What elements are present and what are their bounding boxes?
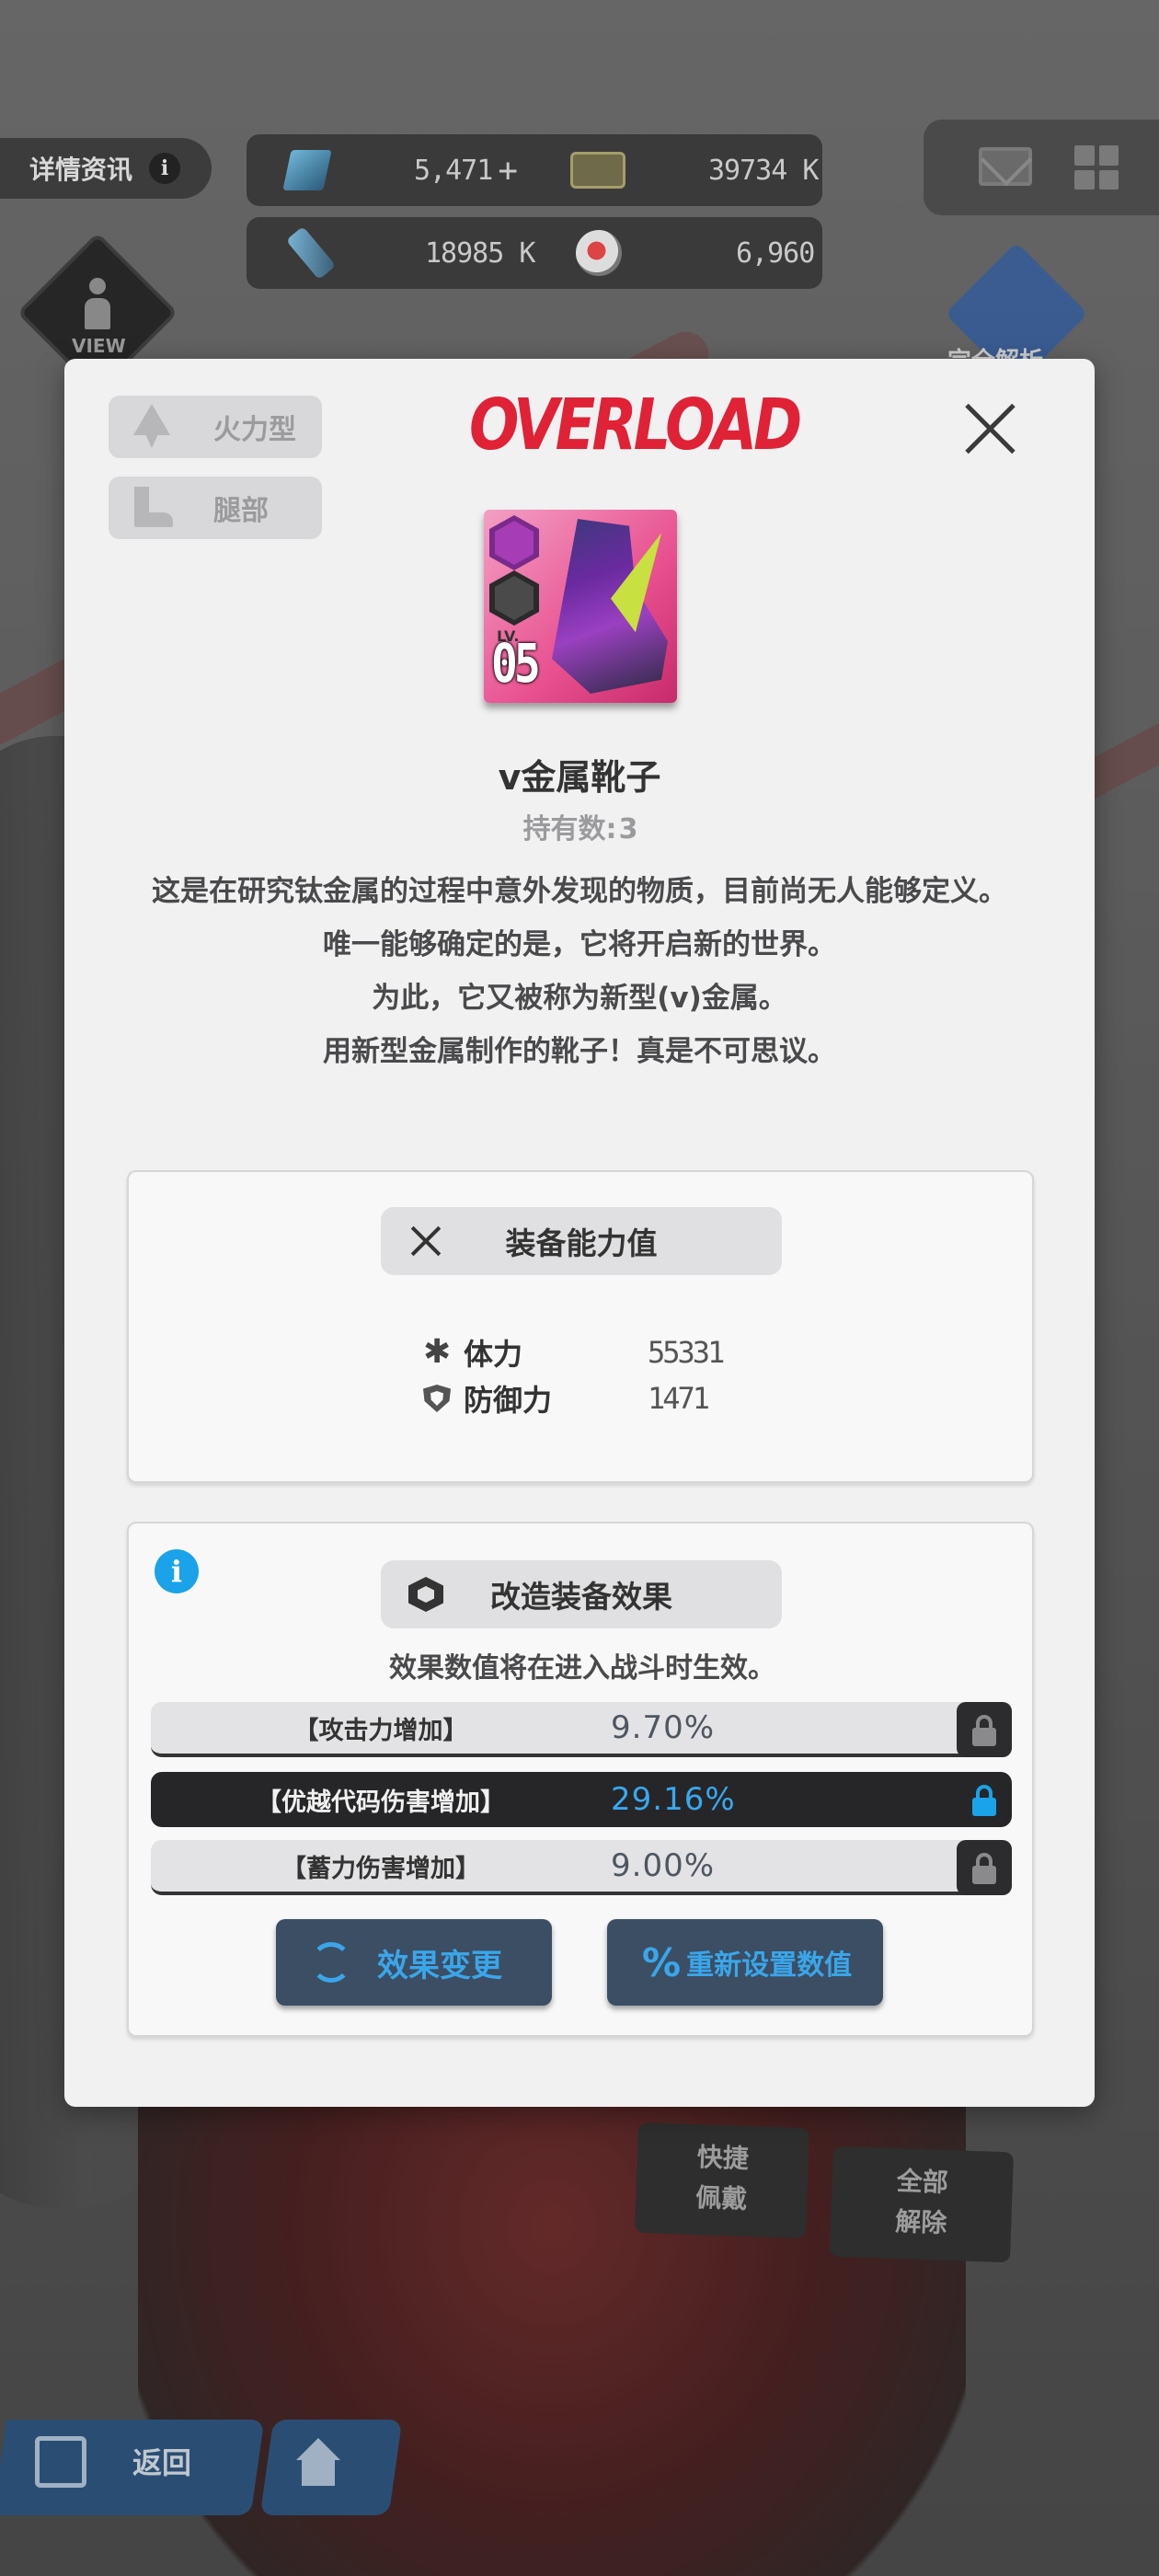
description-line: 用新型金属制作的靴子！真是不可思议。 <box>323 1035 836 1068</box>
lock-closed-icon <box>972 1785 996 1816</box>
effects-panel-title: 改造装备效果 <box>490 1579 672 1615</box>
top-right-buttons <box>924 120 1159 215</box>
detail-info-tab[interactable]: 详情资讯 i <box>0 138 212 199</box>
add-gem-button[interactable]: + <box>498 152 518 190</box>
info-icon: i <box>149 153 181 184</box>
stats-panel-header: 装备能力值 <box>381 1207 782 1275</box>
effect-value: 9.70% <box>611 1709 716 1746</box>
change-effect-label: 效果变更 <box>377 1947 502 1984</box>
effect-name: 【攻击力增加】 <box>293 1716 468 1745</box>
core-count: 18985 K <box>425 236 535 270</box>
item-icon-card: LV. 05 <box>484 510 677 703</box>
class-tag-label: 火力型 <box>213 414 296 446</box>
view-label: VIEW <box>72 335 126 357</box>
mail-icon[interactable] <box>979 147 1032 186</box>
home-icon <box>293 2438 344 2490</box>
back-label: 返回 <box>132 2445 192 2480</box>
stat-row: 防御力 1471 <box>423 1376 710 1420</box>
effects-panel-header: 改造装备效果 <box>381 1560 782 1628</box>
rarity-badge-icon <box>489 515 539 570</box>
slot-tag-label: 腿部 <box>213 495 269 527</box>
exit-icon <box>35 2436 86 2488</box>
quick-equip-button[interactable]: 快捷 佩戴 <box>634 2122 810 2239</box>
effect-row: 【蓄力伤害增加】 9.00% <box>151 1840 1012 1895</box>
shield-icon <box>423 1385 451 1412</box>
detail-info-label: 详情资讯 <box>29 155 133 185</box>
firepower-icon <box>129 404 175 450</box>
cube-icon <box>408 1577 443 1612</box>
effect-row-locked: 【优越代码伤害增加】 29.16% <box>151 1772 1012 1827</box>
effect-value: 29.16% <box>611 1781 736 1818</box>
close-icon[interactable] <box>957 396 1023 462</box>
menu-grid-icon[interactable] <box>1074 145 1119 190</box>
ball-icon <box>576 230 622 276</box>
lock-button[interactable] <box>957 1772 1012 1827</box>
stat-value: 1471 <box>648 1381 710 1416</box>
item-name: v金属靴子 <box>498 757 661 798</box>
gem-icon <box>282 150 332 190</box>
effect-name: 【优越代码伤害增加】 <box>257 1788 505 1817</box>
reset-values-label: 重新设置数值 <box>686 1949 853 1982</box>
class-tag: 火力型 <box>109 396 322 458</box>
ball-count: 6,960 <box>736 236 815 270</box>
percent-icon: % <box>642 1939 682 1985</box>
effects-note: 效果数值将在进入战斗时生效。 <box>389 1652 775 1685</box>
item-description: 这是在研究钛金属的过程中意外发现的物质，目前尚无人能够定义。 唯一能够确定的是，… <box>120 865 1039 1078</box>
lock-button[interactable] <box>957 1840 1012 1895</box>
person-icon <box>81 278 114 331</box>
lock-button[interactable] <box>957 1702 1012 1757</box>
lock-open-icon <box>972 1853 996 1884</box>
stat-value: 55331 <box>648 1335 725 1370</box>
reset-values-button[interactable]: % 重新设置数值 <box>607 1919 883 2006</box>
info-icon[interactable]: i <box>155 1549 199 1593</box>
refresh-icon <box>311 1942 351 1983</box>
class-badge-icon <box>489 570 539 626</box>
boot-artwork <box>552 519 668 694</box>
equipment-detail-modal: 火力型 腿部 OVERLOAD LV. 05 v金属靴子 持有数:3 这是在研究… <box>64 359 1095 2107</box>
stat-row: ✱ 体力 55331 <box>423 1330 725 1374</box>
boot-icon <box>129 485 175 531</box>
effects-panel: i 改造装备效果 效果数值将在进入战斗时生效。 【攻击力增加】 9.70% 【优… <box>127 1522 1034 2037</box>
owned-count: 持有数:3 <box>522 813 638 845</box>
slot-tag: 腿部 <box>109 477 322 539</box>
description-line: 这是在研究钛金属的过程中意外发现的物质，目前尚无人能够定义。 <box>152 875 1007 908</box>
change-effect-button[interactable]: 效果变更 <box>276 1919 552 2006</box>
effect-row: 【攻击力增加】 9.70% <box>151 1702 1012 1757</box>
asterisk-icon: ✱ <box>423 1333 452 1371</box>
stats-panel-title: 装备能力值 <box>505 1225 658 1261</box>
stats-panel: 装备能力值 ✱ 体力 55331 防御力 1471 <box>127 1170 1034 1483</box>
effect-name: 【蓄力伤害增加】 <box>281 1854 480 1883</box>
item-level: 05 <box>491 633 541 696</box>
gem-count: 5,471 + <box>414 151 518 190</box>
swords-icon <box>408 1224 443 1259</box>
description-line: 为此，它又被称为新型(v)金属。 <box>372 982 787 1015</box>
effect-value: 9.00% <box>611 1847 716 1884</box>
ticket-count: 39734 K <box>708 154 819 187</box>
ticket-icon <box>570 152 625 189</box>
description-line: 唯一能够确定的是，它将开启新的世界。 <box>323 928 836 961</box>
stat-name: 体力 <box>464 1337 523 1372</box>
lock-open-icon <box>972 1715 996 1746</box>
unequip-all-button[interactable]: 全部 解除 <box>829 2145 1015 2263</box>
overload-logo: OVERLOAD <box>469 385 802 467</box>
stat-name: 防御力 <box>464 1383 553 1418</box>
